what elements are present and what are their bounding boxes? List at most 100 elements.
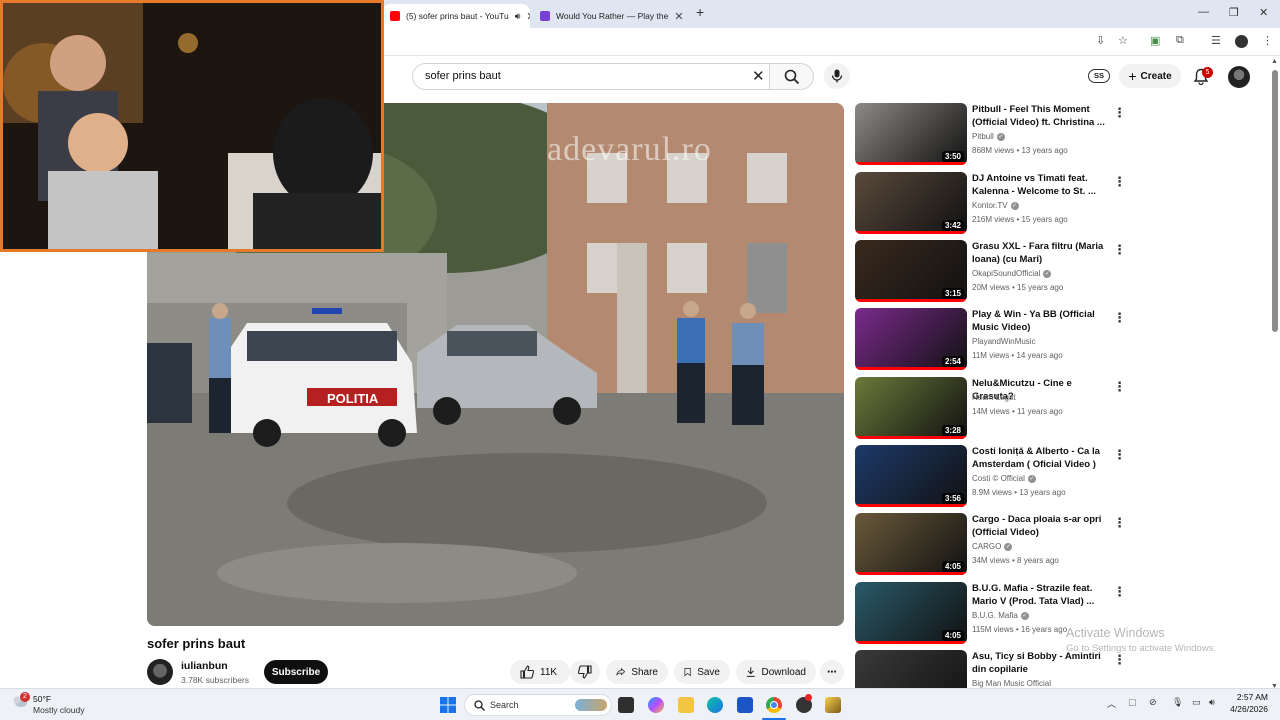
microphone-tray-icon[interactable]: 🎙︎ bbox=[1172, 697, 1183, 708]
recommended-channel[interactable]: B.U.G. Mafia ✓ bbox=[972, 611, 1029, 620]
voice-search-button[interactable] bbox=[824, 63, 850, 89]
network-icon[interactable]: ⊘ bbox=[1149, 697, 1157, 708]
task-view-icon[interactable] bbox=[618, 697, 634, 713]
search-icon bbox=[784, 69, 799, 84]
chrome-icon[interactable] bbox=[766, 697, 782, 713]
page-scrollbar[interactable]: ▲ ▼ bbox=[1270, 58, 1280, 690]
restore-icon[interactable]: ❐ bbox=[1229, 6, 1239, 19]
taskbar-search[interactable]: Search bbox=[464, 694, 612, 716]
more-options-icon[interactable]: ⋮ bbox=[1113, 105, 1126, 121]
microphone-icon bbox=[831, 69, 843, 83]
video-thumbnail[interactable]: 3:56 bbox=[855, 445, 967, 507]
recommended-video-title[interactable]: Grasu XXL - Fara filtru (Maria Ioana) (c… bbox=[972, 240, 1106, 266]
video-thumbnail[interactable]: 3:42 bbox=[855, 172, 967, 234]
recommended-channel[interactable]: CARGO ✓ bbox=[972, 542, 1013, 551]
browser-menu-icon[interactable]: ⋮ bbox=[1262, 34, 1273, 47]
more-options-icon[interactable]: ⋮ bbox=[1113, 310, 1126, 326]
show-hidden-icons[interactable]: ︿ bbox=[1107, 697, 1116, 710]
account-avatar[interactable] bbox=[1228, 66, 1250, 88]
more-options-icon[interactable]: ⋮ bbox=[1113, 242, 1126, 258]
video-thumbnail[interactable]: 4:05 bbox=[855, 513, 967, 575]
video-thumbnail[interactable]: 3:28 bbox=[855, 377, 967, 439]
clock-time[interactable]: 2:57 AM bbox=[1228, 692, 1268, 702]
more-options-icon[interactable]: ⋮ bbox=[1113, 584, 1126, 600]
recommended-video-title[interactable]: Cargo - Daca ploaia s-ar opri (Official … bbox=[972, 513, 1106, 539]
more-options-icon[interactable]: ⋮ bbox=[1113, 379, 1126, 395]
bookmark-star-icon[interactable]: ☆ bbox=[1118, 34, 1128, 47]
recommended-channel[interactable]: Kontor.TV ✓ bbox=[972, 201, 1019, 210]
display-icon[interactable]: ▭ bbox=[1192, 697, 1201, 708]
video-thumbnail[interactable]: 2:54 bbox=[855, 308, 967, 370]
like-button[interactable]: 11K bbox=[510, 660, 570, 684]
recommended-video[interactable]: 2:54 Play & Win - Ya BB (Official Music V… bbox=[855, 308, 1255, 370]
search-input[interactable]: sofer prins baut bbox=[412, 63, 770, 90]
clock-date[interactable]: 4/26/2026 bbox=[1224, 704, 1268, 714]
more-options-icon[interactable]: ⋮ bbox=[1113, 652, 1126, 668]
scrollbar-thumb[interactable] bbox=[1272, 70, 1278, 332]
recommended-channel-name: Big Man Music Official bbox=[972, 679, 1051, 688]
tab-would-you-rather[interactable]: Would You Rather — Play the ✕ bbox=[532, 4, 686, 28]
subscribe-button[interactable]: Subscribe bbox=[264, 660, 328, 684]
recommended-video-meta: 20M views • 15 years ago bbox=[972, 283, 1064, 292]
copilot-icon[interactable] bbox=[648, 697, 664, 713]
recommended-video-meta: 11M views • 14 years ago bbox=[972, 351, 1063, 360]
recommended-video-meta: 115M views • 16 years ago bbox=[972, 625, 1068, 634]
tab-youtube[interactable]: (5) sofer prins baut - YouTu 🔊︎ ✕ bbox=[382, 4, 530, 28]
start-button[interactable] bbox=[440, 697, 456, 713]
recommended-channel[interactable]: Big Man Music Official bbox=[972, 679, 1051, 688]
store-icon[interactable] bbox=[737, 697, 753, 713]
recommended-video-title[interactable]: DJ Antoine vs Timati feat. Kalenna - Wel… bbox=[972, 172, 1106, 198]
download-button[interactable]: Download bbox=[736, 660, 816, 684]
share-button[interactable]: Share bbox=[606, 660, 668, 684]
video-thumbnail[interactable]: 3:50 bbox=[855, 103, 967, 165]
minimize-icon[interactable]: — bbox=[1198, 6, 1209, 18]
ss-badge[interactable]: SS bbox=[1088, 69, 1110, 83]
recommended-channel[interactable]: Costi © Official ✓ bbox=[972, 474, 1036, 483]
scroll-up-icon[interactable]: ▲ bbox=[1271, 58, 1278, 65]
recommended-video[interactable]: 3:42 DJ Antoine vs Timati feat. Kalenna -… bbox=[855, 172, 1255, 234]
close-tab-icon[interactable]: ✕ bbox=[668, 10, 683, 23]
pinned-app-icon[interactable] bbox=[825, 697, 841, 713]
volume-icon[interactable]: 🔊︎ bbox=[1209, 697, 1215, 708]
save-button[interactable]: Save bbox=[674, 660, 730, 684]
more-options-icon[interactable]: ⋮ bbox=[1113, 447, 1126, 463]
recommended-video[interactable]: 3:56 Costi Ioniță & Alberto - Ca la Amste… bbox=[855, 445, 1255, 507]
recommended-channel[interactable]: Neam Legat bbox=[972, 393, 1016, 402]
recommended-channel[interactable]: Pitbull ✓ bbox=[972, 132, 1005, 141]
edge-icon[interactable] bbox=[707, 697, 723, 713]
recommended-video[interactable]: 4:05 Cargo - Daca ploaia s-ar opri (Offic… bbox=[855, 513, 1255, 575]
tray-app-icon[interactable]: ▢ bbox=[1128, 697, 1137, 708]
video-thumbnail[interactable]: 4:05 bbox=[855, 582, 967, 644]
more-options-icon[interactable]: ⋮ bbox=[1113, 174, 1126, 190]
recommended-video-title[interactable]: B.U.G. Mafia - Strazile feat. Mario V (P… bbox=[972, 582, 1106, 608]
extension-icon[interactable]: ▣ bbox=[1150, 34, 1160, 47]
reading-list-icon[interactable]: ☰ bbox=[1211, 34, 1221, 47]
recommended-channel[interactable]: PlayandWinMusic bbox=[972, 337, 1036, 346]
recommended-video-title[interactable]: Costi Ioniță & Alberto - Ca la Amsterdam… bbox=[972, 445, 1106, 471]
more-actions-icon[interactable]: ⋯ bbox=[820, 660, 844, 684]
profile-avatar[interactable] bbox=[1235, 35, 1248, 48]
activate-windows-title: Activate Windows bbox=[1066, 626, 1165, 640]
recommended-video[interactable]: 3:15 Grasu XXL - Fara filtru (Maria Ioana… bbox=[855, 240, 1255, 302]
extensions-puzzle-icon[interactable]: ⧉ bbox=[1176, 34, 1184, 47]
more-options-icon[interactable]: ⋮ bbox=[1113, 515, 1126, 531]
new-tab-icon[interactable]: + bbox=[696, 4, 704, 20]
channel-name[interactable]: iulianbun bbox=[181, 660, 228, 672]
search-button[interactable] bbox=[770, 63, 814, 90]
close-window-icon[interactable]: ✕ bbox=[1259, 6, 1268, 19]
close-tab-icon[interactable]: ✕ bbox=[520, 10, 530, 23]
recommended-channel[interactable]: OkapiSoundOfficial ✓ bbox=[972, 269, 1052, 278]
file-explorer-icon[interactable] bbox=[678, 697, 694, 713]
recommended-video[interactable]: 3:28 Nelu&Micutzu - Cine e Grasuta? Neam L… bbox=[855, 377, 1255, 439]
windows-taskbar: 2 50°F Mostly cloudy Search ︿ ▢ ⊘ 🎙︎ ▭ 🔊… bbox=[0, 688, 1280, 720]
recommended-video-title[interactable]: Play & Win - Ya BB (Official Music Video… bbox=[972, 308, 1106, 334]
install-app-icon[interactable]: ⇩ bbox=[1096, 34, 1105, 47]
clear-search-icon[interactable]: ✕ bbox=[752, 67, 765, 85]
channel-avatar[interactable] bbox=[147, 659, 173, 685]
create-button[interactable]: + Create bbox=[1119, 64, 1181, 88]
dislike-button[interactable] bbox=[570, 660, 600, 684]
recommended-video[interactable]: 4:05 B.U.G. Mafia - Strazile feat. Mario … bbox=[855, 582, 1255, 644]
recommended-video[interactable]: 3:50 Pitbull - Feel This Moment (Official… bbox=[855, 103, 1255, 165]
video-thumbnail[interactable]: 3:15 bbox=[855, 240, 967, 302]
recommended-video-title[interactable]: Pitbull - Feel This Moment (Official Vid… bbox=[972, 103, 1106, 129]
